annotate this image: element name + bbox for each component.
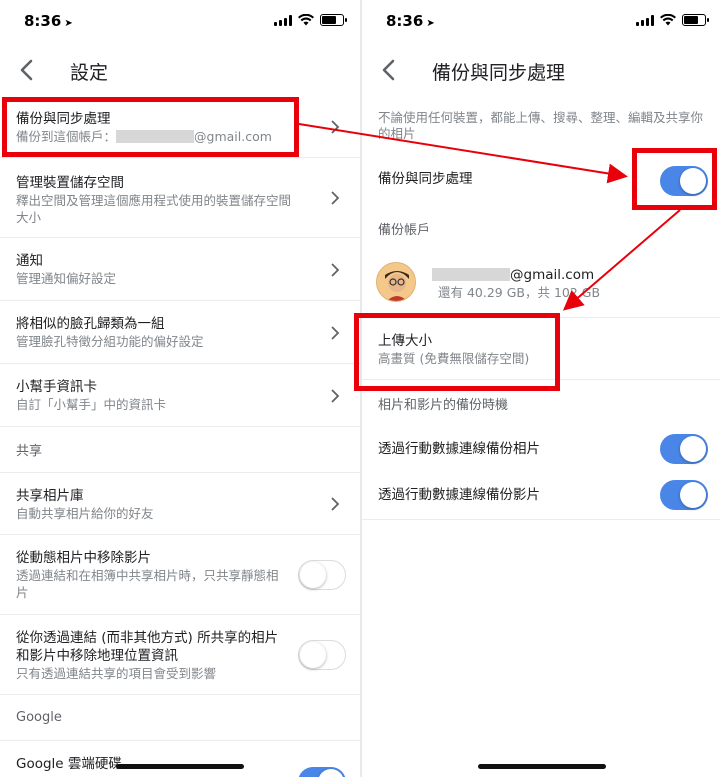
cellular-photos-toggle[interactable]: [660, 434, 708, 464]
status-time: 8:36 ➤: [24, 12, 73, 30]
cellular-signal-icon: [636, 14, 654, 26]
home-indicator: [478, 764, 606, 769]
settings-item-face-grouping[interactable]: 將相似的臉孔歸類為一組 管理臉孔特徵分組功能的偏好設定: [0, 301, 360, 364]
home-indicator: [116, 764, 244, 769]
status-bar: 8:36 ➤: [362, 0, 720, 44]
backup-sync-label: 備份與同步處理: [378, 171, 473, 187]
item-subtitle: 管理臉孔特徵分組功能的偏好設定: [16, 334, 204, 349]
account-storage: 還有 40.29 GB，共 102 GB: [438, 285, 601, 300]
person-avatar-image: [377, 263, 415, 301]
google-drive-toggle[interactable]: [298, 767, 346, 777]
settings-list: 備份與同步處理 備份到這個帳戶： @gmail.com 管理裝置儲存空間 釋出空間…: [0, 96, 360, 777]
highlight-box-upload-size: [354, 313, 560, 391]
battery-icon: [320, 14, 347, 26]
location-arrow-icon: ➤: [64, 18, 73, 29]
settings-item-device-storage[interactable]: 管理裝置儲存空間 釋出空間及管理這個應用程式使用的裝置儲存空間大小: [0, 158, 360, 238]
item-title: 共享相片庫: [16, 488, 84, 504]
item-subtitle: 透過連結和在相簿中共享相片時，只共享靜態相片: [16, 568, 279, 600]
account-email: @gmail.com: [432, 266, 662, 284]
item-subtitle: 自訂「小幫手」中的資訊卡: [16, 397, 167, 412]
item-title: 從動態相片中移除影片: [16, 550, 151, 566]
back-arrow-icon[interactable]: [14, 56, 42, 84]
back-arrow-icon[interactable]: [376, 56, 404, 84]
status-time: 8:36 ➤: [386, 12, 435, 30]
item-title: 將相似的臉孔歸類為一組: [16, 316, 165, 332]
settings-item-google-drive: Google 雲端硬碟: [0, 741, 360, 777]
settings-item-remove-geolocation: 從你透過連結 (而非其他方式) 所共享的相片和影片中移除地理位置資訊 只有透過連…: [0, 615, 360, 695]
status-bar: 8:36 ➤: [0, 0, 360, 44]
chevron-right-icon: [331, 263, 340, 277]
chevron-right-icon: [331, 389, 340, 403]
item-title: 管理裝置儲存空間: [16, 175, 124, 191]
item-title: 小幫手資訊卡: [16, 379, 97, 395]
chevron-right-icon: [331, 326, 340, 340]
section-header-google: Google: [0, 695, 360, 741]
item-subtitle: 管理通知偏好設定: [16, 271, 117, 286]
wifi-icon: [298, 14, 314, 26]
settings-item-remove-motion-video: 從動態相片中移除影片 透過連結和在相簿中共享相片時，只共享靜態相片: [0, 535, 360, 615]
chevron-right-icon: [331, 497, 340, 511]
chevron-right-icon: [331, 191, 340, 205]
highlight-box-backup-toggle: [632, 148, 717, 210]
page-title: 設定: [70, 62, 109, 84]
item-subtitle: 自動共享相片給你的好友: [16, 506, 154, 521]
cellular-photos-label: 透過行動數據連線備份相片: [378, 441, 540, 457]
backup-description: 不論使用任何裝置，都能上傳、搜尋、整理、編輯及共享你的相片: [378, 110, 704, 141]
cellular-videos-toggle[interactable]: [660, 480, 708, 510]
highlight-box-backup-item: [2, 97, 299, 157]
remove-geolocation-toggle[interactable]: [298, 640, 346, 670]
chevron-right-icon: [331, 120, 340, 134]
redacted-email: [432, 268, 510, 281]
wifi-icon: [660, 14, 676, 26]
page-title: 備份與同步處理: [432, 62, 566, 84]
cellular-videos-label: 透過行動數據連線備份影片: [378, 487, 540, 503]
cellular-photos-setting: 透過行動數據連線備份相片: [362, 426, 720, 472]
cellular-videos-setting: 透過行動數據連線備份影片: [362, 472, 720, 520]
avatar: [376, 262, 416, 302]
cellular-signal-icon: [274, 14, 292, 26]
battery-icon: [682, 14, 709, 26]
remove-motion-video-toggle[interactable]: [298, 560, 346, 590]
section-header-backup-account: 備份帳戶: [378, 222, 431, 238]
settings-item-assistant-cards[interactable]: 小幫手資訊卡 自訂「小幫手」中的資訊卡: [0, 364, 360, 427]
item-title: 從你透過連結 (而非其他方式) 所共享的相片和影片中移除地理位置資訊: [16, 630, 279, 664]
settings-item-notifications[interactable]: 通知 管理通知偏好設定: [0, 238, 360, 301]
item-subtitle: 釋出空間及管理這個應用程式使用的裝置儲存空間大小: [16, 193, 292, 225]
settings-item-shared-library[interactable]: 共享相片庫 自動共享相片給你的好友: [0, 473, 360, 535]
item-subtitle: 只有透過連結共享的項目會受到影響: [16, 666, 217, 681]
app-bar: 設定: [0, 44, 360, 96]
section-header-share: 共享: [0, 427, 360, 473]
location-arrow-icon: ➤: [426, 18, 435, 29]
backup-account-item[interactable]: @gmail.com 還有 40.29 GB，共 102 GB: [362, 242, 720, 318]
item-title: 通知: [16, 253, 43, 269]
app-bar: 備份與同步處理: [362, 44, 720, 96]
